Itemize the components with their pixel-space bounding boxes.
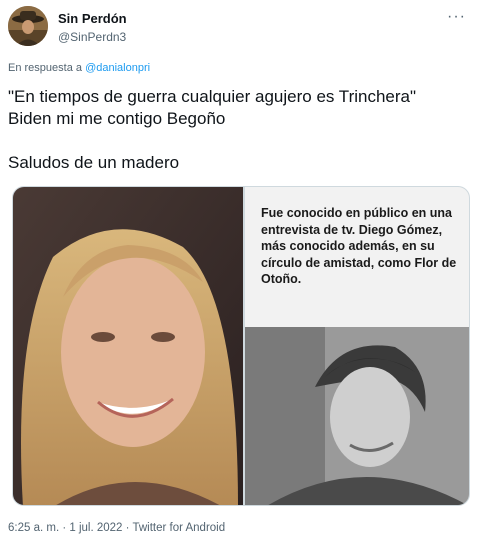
photo-man-image bbox=[245, 327, 469, 505]
more-options-icon[interactable]: ··· bbox=[447, 8, 466, 26]
photo-caption-panel[interactable]: Fue conocido en público en una entrevist… bbox=[245, 187, 469, 505]
avatar-image bbox=[8, 6, 48, 46]
tweet-line: "En tiempos de guerra cualquier agujero … bbox=[8, 87, 417, 106]
tweet-media: Fue conocido en público en una entrevist… bbox=[12, 186, 470, 506]
reply-mention-link[interactable]: @danialonpri bbox=[85, 62, 150, 74]
photo-woman-image bbox=[13, 187, 243, 505]
tweet-text: "En tiempos de guerra cualquier agujero … bbox=[8, 86, 472, 174]
author-handle[interactable]: @SinPerdn3 bbox=[58, 30, 126, 44]
tweet-timestamp[interactable]: 6:25 a. m. · 1 jul. 2022 · Twitter for A… bbox=[8, 522, 225, 534]
tweet-line: Biden mi me contigo Begoño bbox=[8, 109, 226, 128]
caption-text: Fue conocido en público en una entrevist… bbox=[261, 206, 457, 286]
caption-box: Fue conocido en público en una entrevist… bbox=[245, 187, 469, 327]
photo-woman[interactable] bbox=[13, 187, 243, 505]
photo-man bbox=[245, 327, 469, 505]
tweet-header: Sin Perdón @SinPerdn3 ··· bbox=[8, 6, 472, 50]
tweet-line: Saludos de un madero bbox=[8, 153, 180, 172]
reply-prefix: En respuesta a bbox=[8, 62, 82, 74]
avatar[interactable] bbox=[8, 6, 48, 46]
reply-context: En respuesta a @danialonpri bbox=[8, 62, 150, 74]
author-display-name[interactable]: Sin Perdón bbox=[58, 11, 127, 26]
